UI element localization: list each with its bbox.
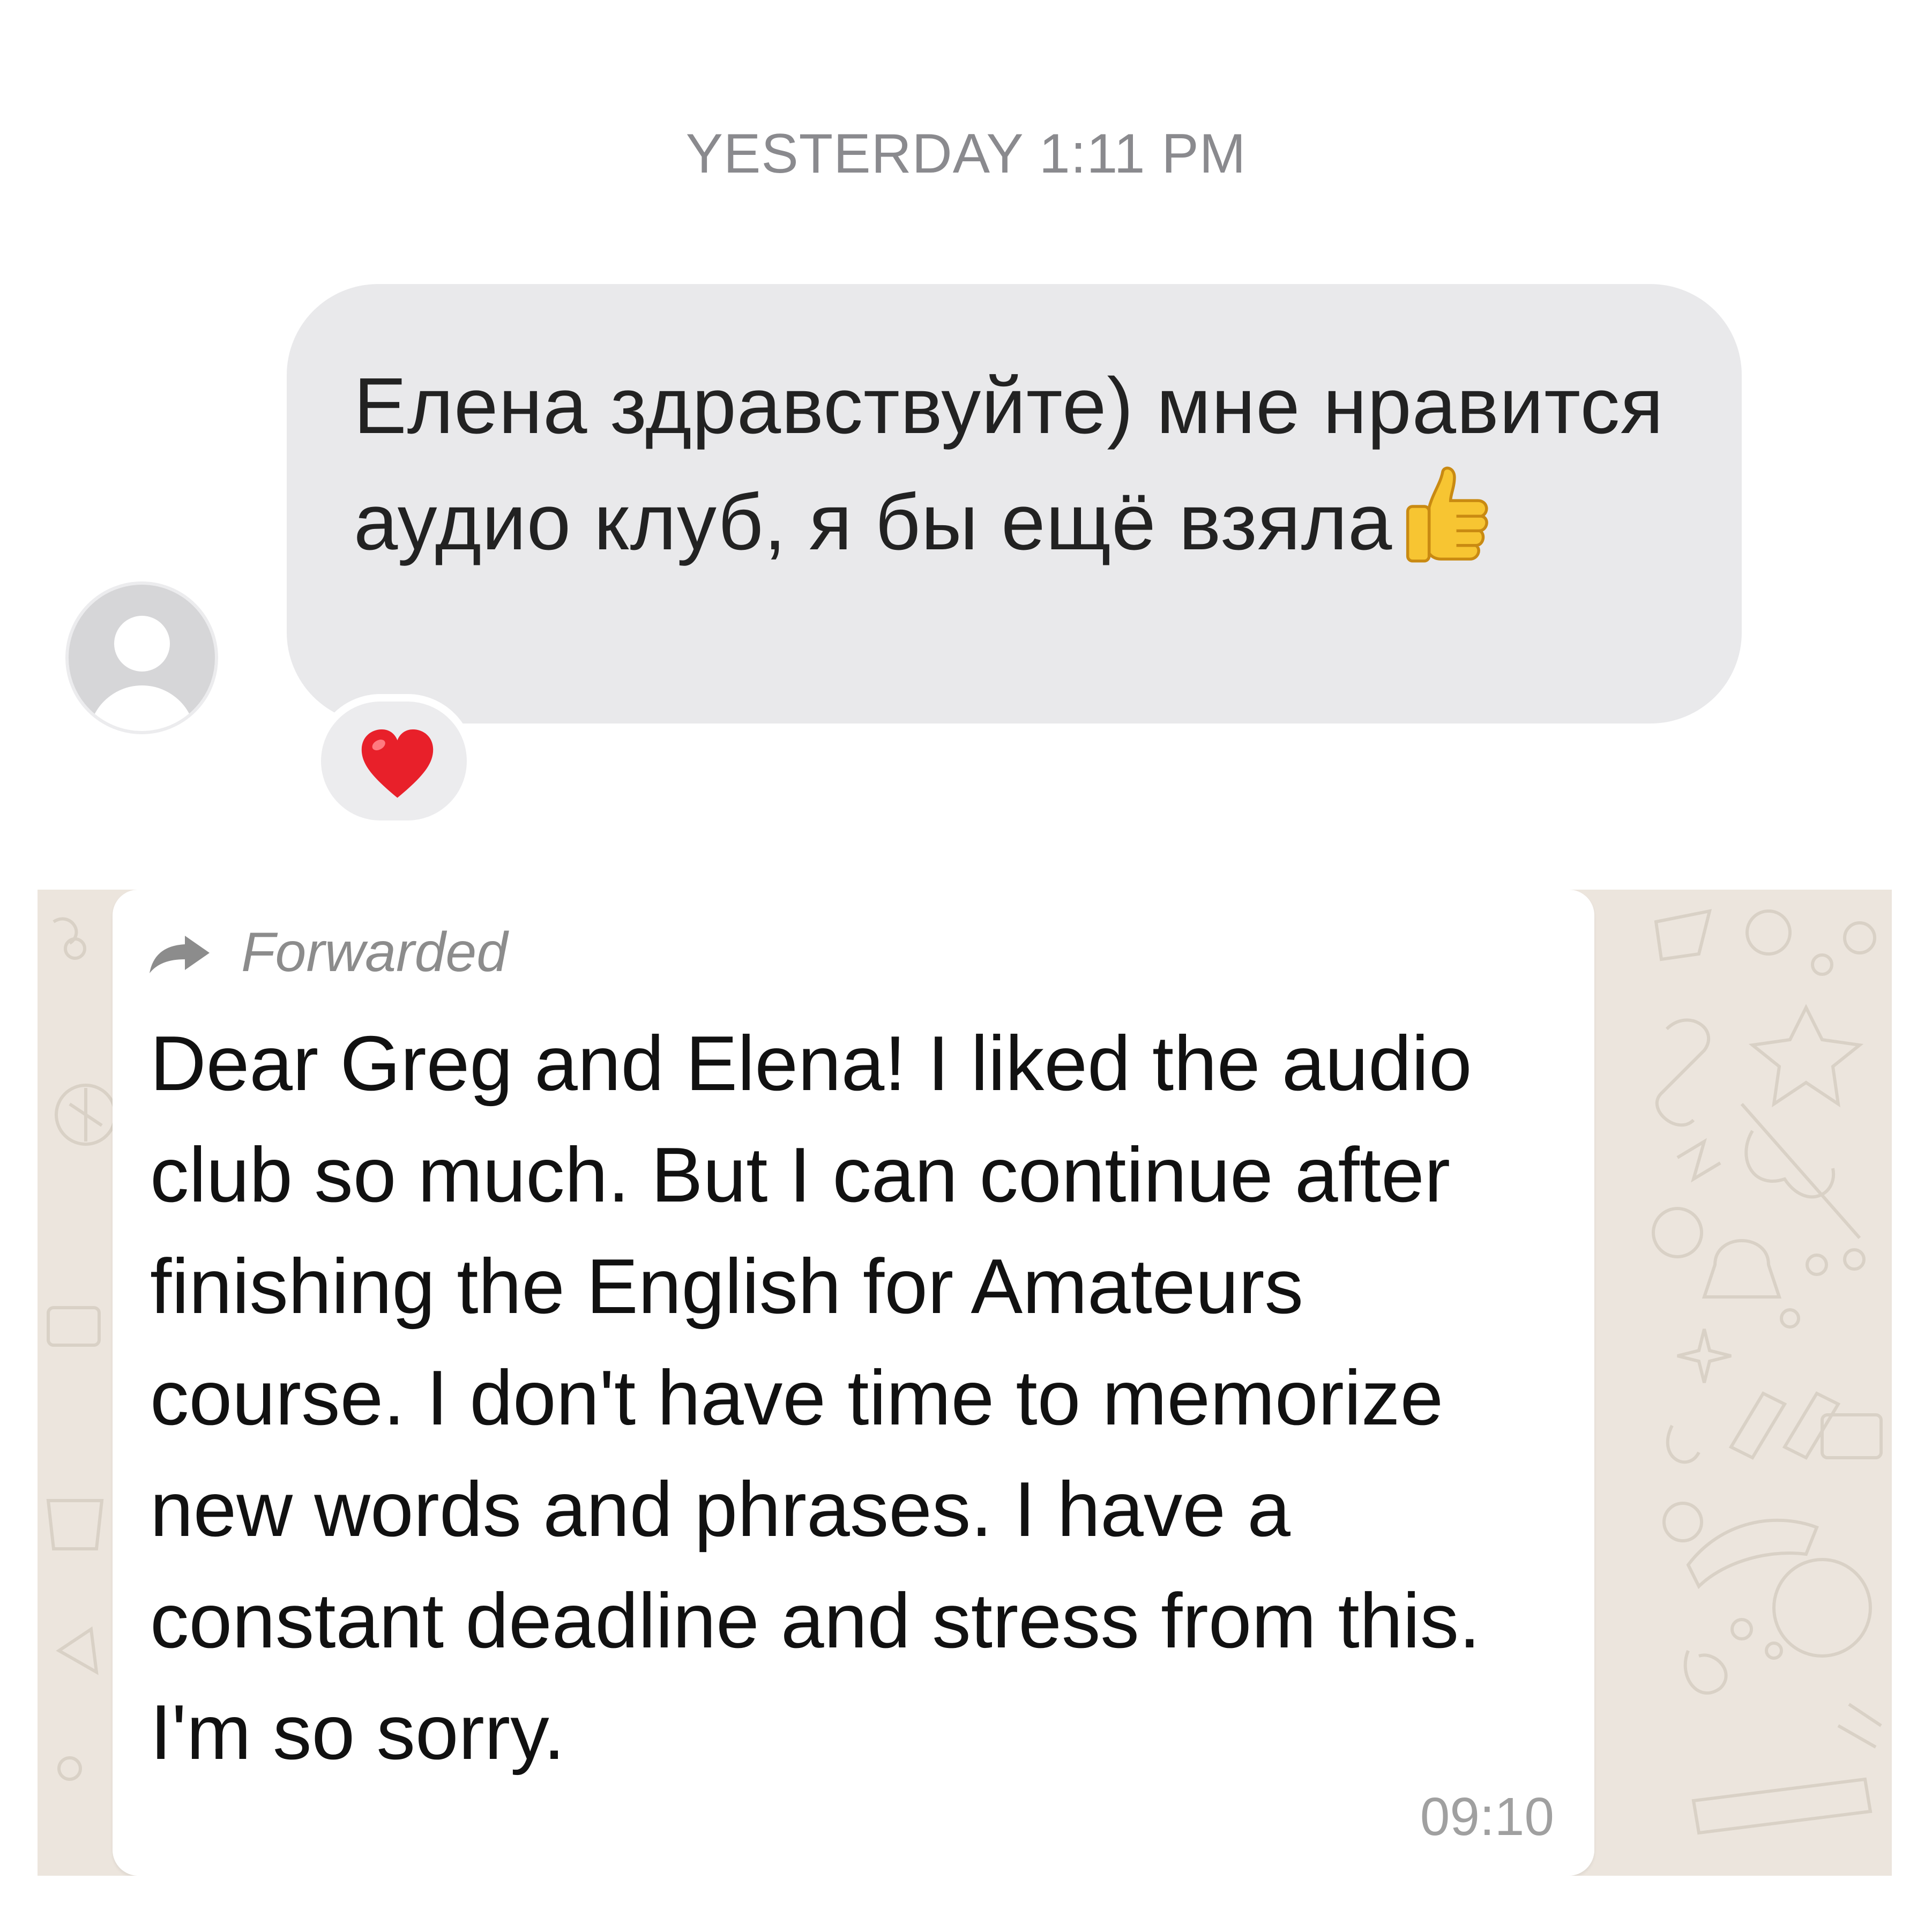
incoming-message-text: Елена здравствуйте) мне нравится аудио к… [354,348,1677,580]
forward-arrow-icon [150,935,210,973]
avatar-shoulders-shape [88,685,196,731]
message-time: 09:10 [1420,1787,1554,1847]
conversation-timestamp: YESTERDAY 1:11 PM [685,123,1247,185]
forwarded-indicator: Forwarded [150,921,1562,983]
incoming-message-bubble[interactable]: Елена здравствуйте) мне нравится аудио к… [287,284,1742,723]
forwarded-label: Forwarded [241,921,508,983]
heart-reaction-badge[interactable] [314,694,474,828]
heart-icon [361,729,434,798]
contact-avatar[interactable] [65,581,218,734]
avatar-head-shape [114,616,170,672]
thumbs-up-icon [1406,466,1488,563]
forwarded-message-text: Dear Greg and Elena! I liked the audio c… [150,1020,1481,1776]
whatsapp-chat-background: Forwarded Dear Greg and Elena! I liked t… [38,890,1892,1876]
forwarded-message-bubble[interactable]: Forwarded Dear Greg and Elena! I liked t… [113,890,1594,1876]
